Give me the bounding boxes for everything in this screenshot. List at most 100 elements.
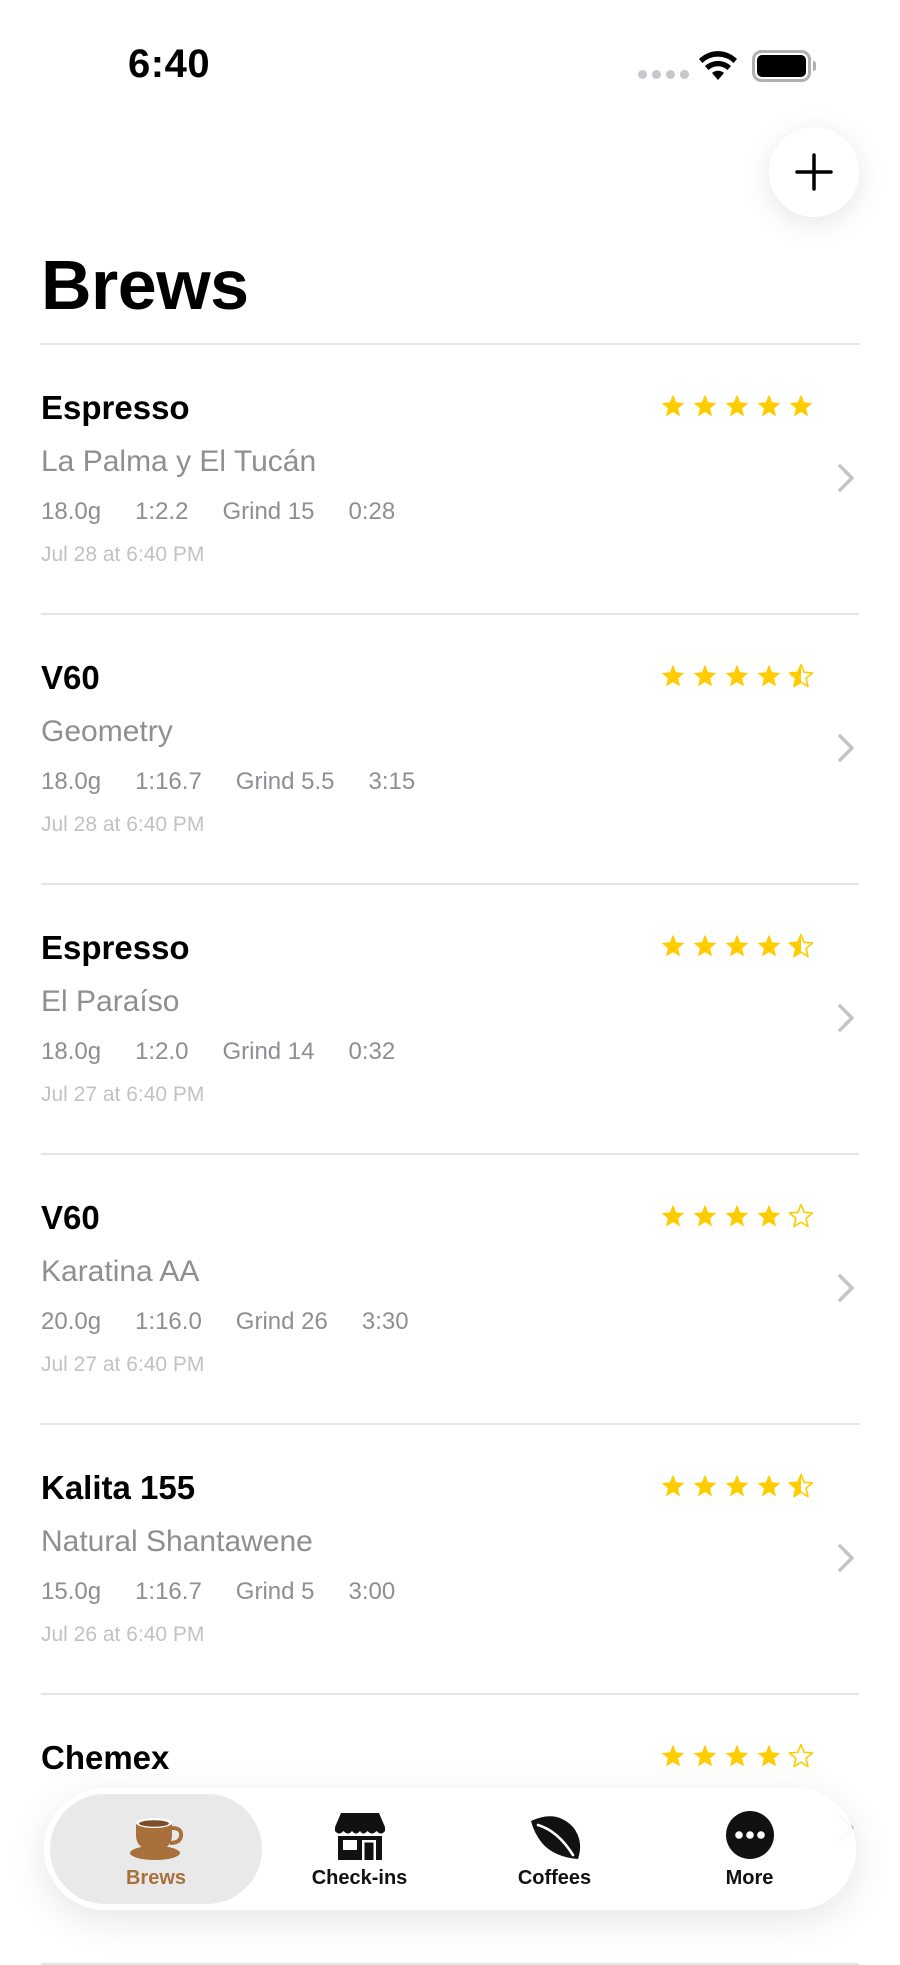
star-icon	[757, 1744, 781, 1767]
brew-parameters: 18.0g 1:2.2 Grind 15 0:28	[41, 498, 395, 526]
star-icon	[661, 394, 685, 417]
brew-coffee-name: La Palma y El Tucán	[41, 445, 317, 478]
tab-label: Brews	[125, 1866, 187, 1889]
chevron-right-icon	[838, 1004, 854, 1032]
star-icon	[725, 1744, 749, 1767]
star-icon	[725, 1204, 749, 1227]
battery-icon	[752, 50, 816, 82]
star-icon	[693, 394, 717, 417]
brew-parameters: 15.0g 1:16.7 Grind 5 3:00	[41, 1578, 395, 1606]
plus-icon	[795, 153, 833, 191]
star-icon	[757, 394, 781, 417]
chevron-right-icon	[838, 1274, 854, 1302]
brew-coffee-name: El Paraíso	[41, 985, 180, 1018]
star-icon	[693, 1474, 717, 1497]
brew-method: Chemex	[41, 1739, 170, 1776]
star-icon	[725, 394, 749, 417]
star-rating	[660, 1473, 814, 1499]
star-rating	[660, 1743, 814, 1769]
status-time: 6:40	[128, 42, 211, 86]
chevron-right-icon	[838, 734, 854, 762]
brew-ratio: 1:16.7	[135, 768, 202, 795]
star-icon	[725, 664, 749, 687]
tab-coffees[interactable]: Coffees	[457, 1794, 652, 1904]
brew-time: 3:30	[361, 1308, 409, 1335]
chevron-right-icon	[838, 1544, 854, 1572]
tab-check-ins[interactable]: Check-ins	[262, 1794, 457, 1904]
brew-dose: 15.0g	[41, 1578, 102, 1605]
star-icon	[757, 1474, 781, 1497]
brew-parameters: 18.0g 1:16.7 Grind 5.5 3:15	[41, 768, 415, 796]
star-icon	[725, 934, 749, 957]
star-rating	[660, 933, 814, 959]
brew-grind: Grind 15	[222, 498, 315, 525]
tab-label: More	[725, 1866, 774, 1889]
wifi-icon	[699, 51, 737, 80]
brew-grind: Grind 26	[235, 1308, 328, 1335]
brew-dose: 18.0g	[41, 1038, 102, 1065]
star-rating	[660, 663, 814, 689]
coffee-cup-icon	[130, 1817, 184, 1860]
cellular-signal-icon	[638, 70, 689, 79]
brew-method: Espresso	[41, 389, 190, 426]
brew-dose: 18.0g	[41, 768, 102, 795]
brew-time: 3:00	[348, 1578, 396, 1605]
star-icon	[693, 934, 717, 957]
brew-row[interactable]: Espresso La Palma y El Tucán 18.0g 1:2.2…	[41, 345, 859, 615]
brew-grind: Grind 5	[235, 1578, 315, 1605]
brew-parameters: 20.0g 1:16.0 Grind 26 3:30	[41, 1308, 409, 1336]
brew-time: 3:15	[368, 768, 416, 795]
empty-star-icon	[788, 1203, 814, 1228]
brew-coffee-name: Karatina AA	[41, 1255, 200, 1288]
half-star-icon	[788, 933, 814, 958]
brew-ratio: 1:2.2	[135, 498, 189, 525]
star-rating	[660, 393, 814, 419]
add-brew-button[interactable]	[769, 127, 859, 217]
tab-label: Check-ins	[311, 1866, 408, 1889]
half-star-icon	[788, 663, 814, 688]
brew-ratio: 1:2.0	[135, 1038, 189, 1065]
page-title: Brews	[41, 246, 249, 324]
brew-date: Jul 28 at 6:40 PM	[41, 543, 205, 566]
brew-list[interactable]: Espresso La Palma y El Tucán 18.0g 1:2.2…	[0, 345, 900, 1965]
star-icon	[661, 1204, 685, 1227]
brew-date: Jul 26 at 6:40 PM	[41, 1623, 205, 1646]
brew-method: V60	[41, 1199, 100, 1236]
brew-time: 0:28	[348, 498, 396, 525]
brew-date: Jul 27 at 6:40 PM	[41, 1353, 205, 1376]
star-icon	[661, 1474, 685, 1497]
brew-ratio: 1:16.7	[135, 1578, 202, 1605]
half-star-icon	[788, 1473, 814, 1498]
empty-star-icon	[788, 1743, 814, 1768]
brew-time: 0:32	[348, 1038, 396, 1065]
tab-bar: Brews Check-ins Coffees More	[44, 1788, 856, 1910]
brew-coffee-name: Geometry	[41, 715, 173, 748]
chevron-right-icon	[838, 464, 854, 492]
brew-date: Jul 28 at 6:40 PM	[41, 813, 205, 836]
brew-method: Espresso	[41, 929, 190, 966]
brew-method: Kalita 155	[41, 1469, 196, 1506]
brew-row[interactable]: Kalita 155 Natural Shantawene 15.0g 1:16…	[41, 1425, 859, 1695]
storefront-icon	[334, 1812, 385, 1860]
star-icon	[661, 1744, 685, 1767]
tab-more[interactable]: More	[652, 1794, 847, 1904]
star-icon	[725, 1474, 749, 1497]
star-icon	[789, 394, 813, 417]
star-icon	[693, 1204, 717, 1227]
star-icon	[693, 1744, 717, 1767]
star-icon	[757, 664, 781, 687]
brew-row[interactable]: Espresso El Paraíso 18.0g 1:2.0 Grind 14…	[41, 885, 859, 1155]
leaf-icon	[530, 1815, 580, 1859]
brew-dose: 18.0g	[41, 498, 102, 525]
brew-date: Jul 27 at 6:40 PM	[41, 1083, 205, 1106]
brew-row[interactable]: V60 Karatina AA 20.0g 1:16.0 Grind 26 3:…	[41, 1155, 859, 1425]
brew-dose: 20.0g	[41, 1308, 102, 1335]
brew-ratio: 1:16.0	[135, 1308, 202, 1335]
tab-brews[interactable]: Brews	[50, 1794, 262, 1904]
brew-grind: Grind 5.5	[235, 768, 335, 795]
brew-row[interactable]: V60 Geometry 18.0g 1:16.7 Grind 5.5 3:15…	[41, 615, 859, 885]
star-rating	[660, 1203, 814, 1229]
star-icon	[757, 934, 781, 957]
tab-label: Coffees	[517, 1866, 592, 1889]
ellipsis-circle-icon	[725, 1810, 774, 1859]
